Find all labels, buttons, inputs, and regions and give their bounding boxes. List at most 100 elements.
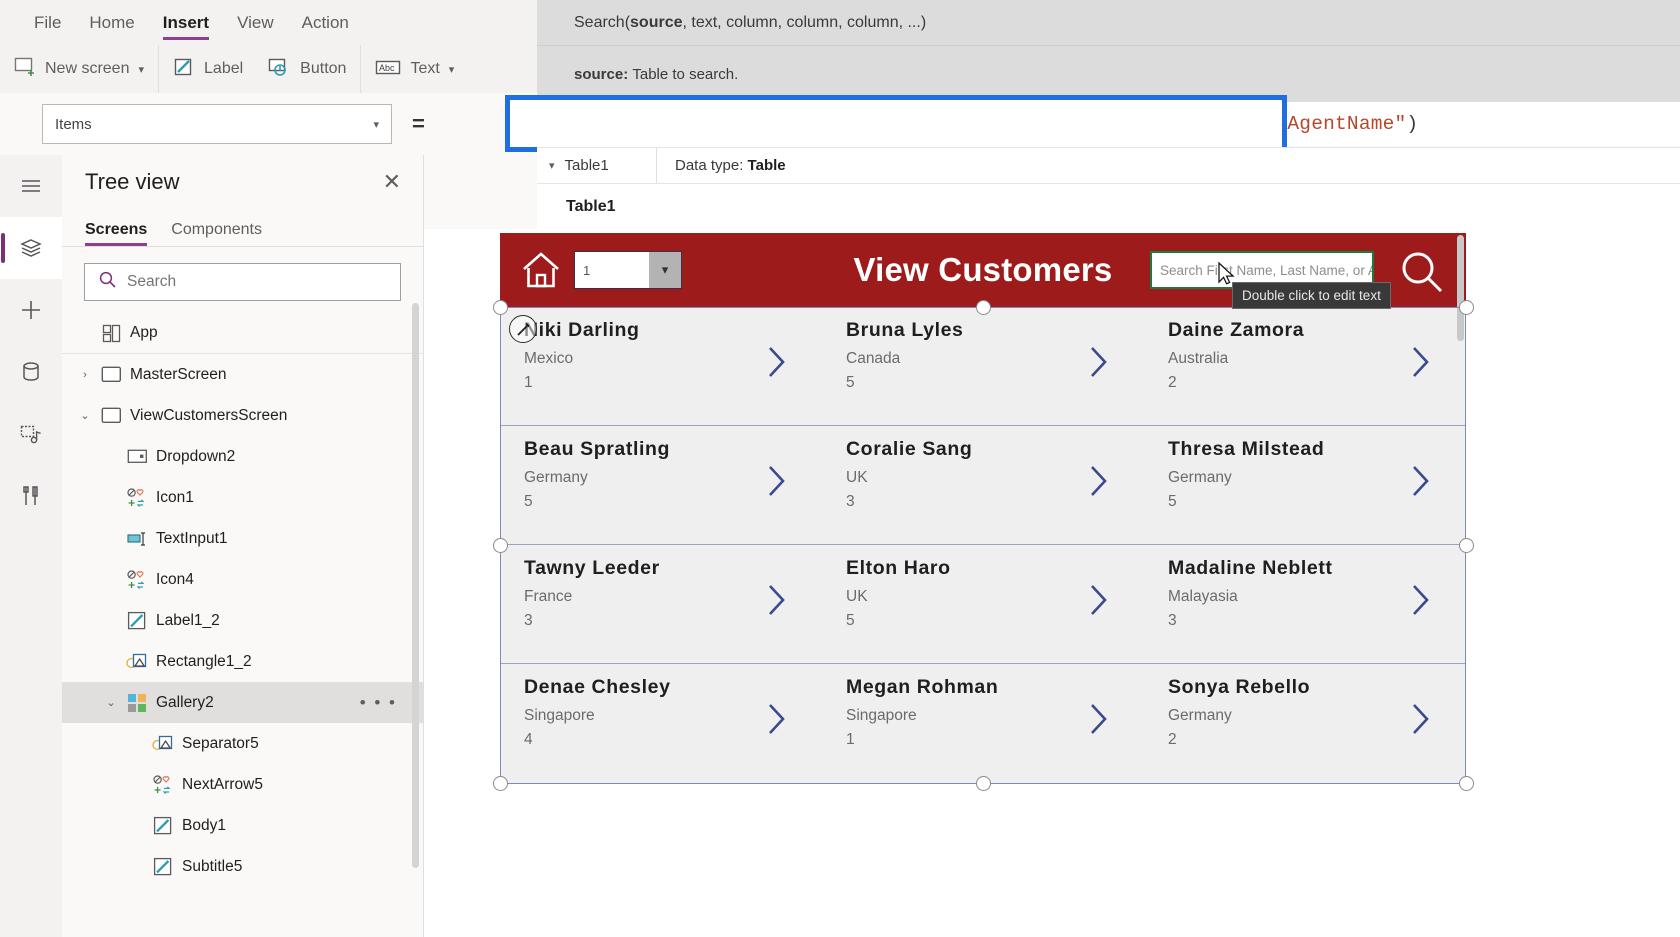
resize-handle-bottom-left[interactable] bbox=[493, 776, 508, 791]
gallery-item[interactable]: Tawny Leeder France 3 bbox=[500, 545, 822, 663]
tree-item-rectangle1_2[interactable]: Rectangle1_2 bbox=[62, 641, 423, 682]
tree-search-box[interactable] bbox=[84, 263, 401, 301]
gallery-item[interactable]: Coralie Sang UK 3 bbox=[822, 426, 1144, 544]
expand-caret-icon[interactable]: ⌄ bbox=[100, 696, 122, 709]
tree-item-viewcustomersscreen[interactable]: ⌄ ViewCustomersScreen bbox=[62, 395, 423, 436]
customer-name: Niki Darling bbox=[524, 319, 640, 341]
shape-icon bbox=[122, 652, 152, 671]
close-icon[interactable]: ✕ bbox=[383, 171, 401, 193]
tree-item-label: TextInput1 bbox=[156, 529, 228, 547]
resize-handle-top-left[interactable] bbox=[493, 300, 508, 315]
insert-text-button[interactable]: Abc Text ▾ bbox=[375, 57, 454, 82]
tree-item-textinput1[interactable]: TextInput1 bbox=[62, 518, 423, 559]
next-arrow-icon[interactable] bbox=[1410, 702, 1432, 741]
next-arrow-icon[interactable] bbox=[766, 464, 788, 503]
media-icon[interactable] bbox=[0, 403, 62, 465]
next-arrow-icon[interactable] bbox=[1410, 583, 1432, 622]
tree-item-icon4[interactable]: Icon4 bbox=[62, 559, 423, 600]
resize-handle-top-center[interactable] bbox=[976, 300, 991, 315]
formula-bar-highlight-outline bbox=[505, 95, 1287, 152]
gallery-item[interactable]: Elton Haro UK 5 bbox=[822, 545, 1144, 663]
edit-pencil-badge-icon[interactable] bbox=[509, 315, 537, 343]
header-dropdown[interactable]: 1 ▾ bbox=[574, 251, 682, 289]
gallery-item[interactable]: Thresa Milstead Germany 5 bbox=[1144, 426, 1466, 544]
next-arrow-icon[interactable] bbox=[1088, 702, 1110, 741]
tree-item-nextarrow5[interactable]: NextArrow5 bbox=[62, 764, 423, 805]
formula-token-punc: ) bbox=[1406, 113, 1419, 135]
tree-item-label: App bbox=[130, 324, 158, 341]
tree-item-label: Separator5 bbox=[182, 734, 259, 752]
property-dropdown[interactable]: Items ▾ bbox=[42, 104, 392, 144]
signature-bold-param: source bbox=[630, 13, 683, 31]
tree-item-masterscreen[interactable]: › MasterScreen bbox=[62, 354, 423, 395]
label-icon bbox=[173, 57, 195, 82]
gallery-item[interactable]: Daine Zamora Australia 2 bbox=[1144, 307, 1466, 425]
search-input[interactable] bbox=[127, 273, 387, 291]
result-type-row[interactable]: ▾ Table1 bbox=[537, 148, 657, 183]
tree-item-separator5[interactable]: Separator5 bbox=[62, 723, 423, 764]
tree-item-list: App › MasterScreen ⌄ ViewCustomersScreen Drop… bbox=[62, 311, 423, 887]
ribbon-tab-file[interactable]: File bbox=[34, 0, 61, 45]
tree-item-dropdown2[interactable]: Dropdown2 bbox=[62, 436, 423, 477]
data-sources-icon[interactable] bbox=[0, 341, 62, 403]
tab-screens[interactable]: Screens bbox=[85, 221, 148, 246]
chevron-down-icon[interactable]: ▾ bbox=[138, 63, 144, 76]
ribbon-tab-insert[interactable]: Insert bbox=[162, 0, 210, 45]
customer-gallery[interactable]: Niki Darling Mexico 1 Bruna Lyles Canada 5 Dai… bbox=[500, 307, 1466, 784]
ribbon-tab-home[interactable]: Home bbox=[89, 0, 134, 45]
gallery-item[interactable]: Sonya Rebello Germany 2 bbox=[1144, 664, 1466, 783]
expand-caret-icon[interactable]: › bbox=[74, 369, 96, 381]
tree-item-app[interactable]: App bbox=[62, 313, 423, 354]
magnifier-icon[interactable] bbox=[1396, 249, 1448, 300]
gallery-item[interactable]: Beau Spratling Germany 5 bbox=[500, 426, 822, 544]
powerapps-studio: File Home Insert View Action New screen … bbox=[0, 0, 1680, 937]
more-options-icon[interactable]: • • • bbox=[360, 693, 397, 713]
resize-handle-mid-left[interactable] bbox=[493, 538, 508, 553]
button-icon bbox=[267, 57, 291, 82]
resize-handle-top-right[interactable] bbox=[1459, 300, 1474, 315]
chevron-down-icon[interactable]: ▾ bbox=[549, 159, 555, 172]
next-arrow-icon[interactable] bbox=[1410, 345, 1432, 384]
chevron-down-icon[interactable]: ▾ bbox=[649, 252, 681, 288]
chevron-down-icon[interactable]: ▾ bbox=[449, 63, 455, 76]
gallery-item[interactable]: Madaline Neblett Malayasia 3 bbox=[1144, 545, 1466, 663]
ribbon-tab-view[interactable]: View bbox=[237, 0, 274, 45]
advanced-tools-icon[interactable] bbox=[0, 465, 62, 527]
gallery-scrollbar[interactable] bbox=[1457, 235, 1464, 341]
next-arrow-icon[interactable] bbox=[766, 583, 788, 622]
gallery-item[interactable]: Megan Rohman Singapore 1 bbox=[822, 664, 1144, 783]
tree-scrollbar[interactable] bbox=[412, 303, 419, 868]
tree-item-subtitle5[interactable]: Subtitle5 bbox=[62, 846, 423, 887]
insert-label-button[interactable]: Label bbox=[173, 57, 243, 82]
next-arrow-icon[interactable] bbox=[766, 702, 788, 741]
insert-button-button[interactable]: Button bbox=[267, 57, 346, 82]
home-icon[interactable] bbox=[518, 249, 566, 291]
hamburger-menu-icon[interactable] bbox=[0, 155, 62, 217]
gallery-row: Tawny Leeder France 3 Elton Haro UK 5 Madaline… bbox=[500, 545, 1466, 664]
svg-text:Abc: Abc bbox=[379, 63, 395, 73]
gallery-item[interactable]: Niki Darling Mexico 1 bbox=[500, 307, 822, 425]
next-arrow-icon[interactable] bbox=[1088, 583, 1110, 622]
tree-item-label1_2[interactable]: Label1_2 bbox=[62, 600, 423, 641]
tree-item-icon1[interactable]: Icon1 bbox=[62, 477, 423, 518]
resize-handle-bottom-right[interactable] bbox=[1459, 776, 1474, 791]
resize-handle-bottom-center[interactable] bbox=[976, 776, 991, 791]
app-screen-preview: 1 ▾ View Customers Search First Name, La… bbox=[500, 233, 1466, 784]
result-type-label: Data type: bbox=[675, 157, 744, 174]
insert-plus-icon[interactable] bbox=[0, 279, 62, 341]
textinput-icon bbox=[122, 531, 152, 547]
expand-caret-icon[interactable]: ⌄ bbox=[74, 409, 96, 422]
gallery-item[interactable]: Bruna Lyles Canada 5 bbox=[822, 307, 1144, 425]
tree-view-icon[interactable] bbox=[0, 217, 62, 279]
tab-components[interactable]: Components bbox=[171, 221, 262, 246]
next-arrow-icon[interactable] bbox=[1410, 464, 1432, 503]
resize-handle-mid-right[interactable] bbox=[1459, 538, 1474, 553]
next-arrow-icon[interactable] bbox=[1088, 464, 1110, 503]
tree-item-body1[interactable]: Body1 bbox=[62, 805, 423, 846]
next-arrow-icon[interactable] bbox=[766, 345, 788, 384]
new-screen-button[interactable]: New screen ▾ bbox=[14, 57, 144, 82]
gallery-item[interactable]: Denae Chesley Singapore 4 bbox=[500, 664, 822, 783]
tree-item-gallery2[interactable]: ⌄ Gallery2 • • • bbox=[62, 682, 423, 723]
ribbon-tab-action[interactable]: Action bbox=[302, 0, 349, 45]
next-arrow-icon[interactable] bbox=[1088, 345, 1110, 384]
